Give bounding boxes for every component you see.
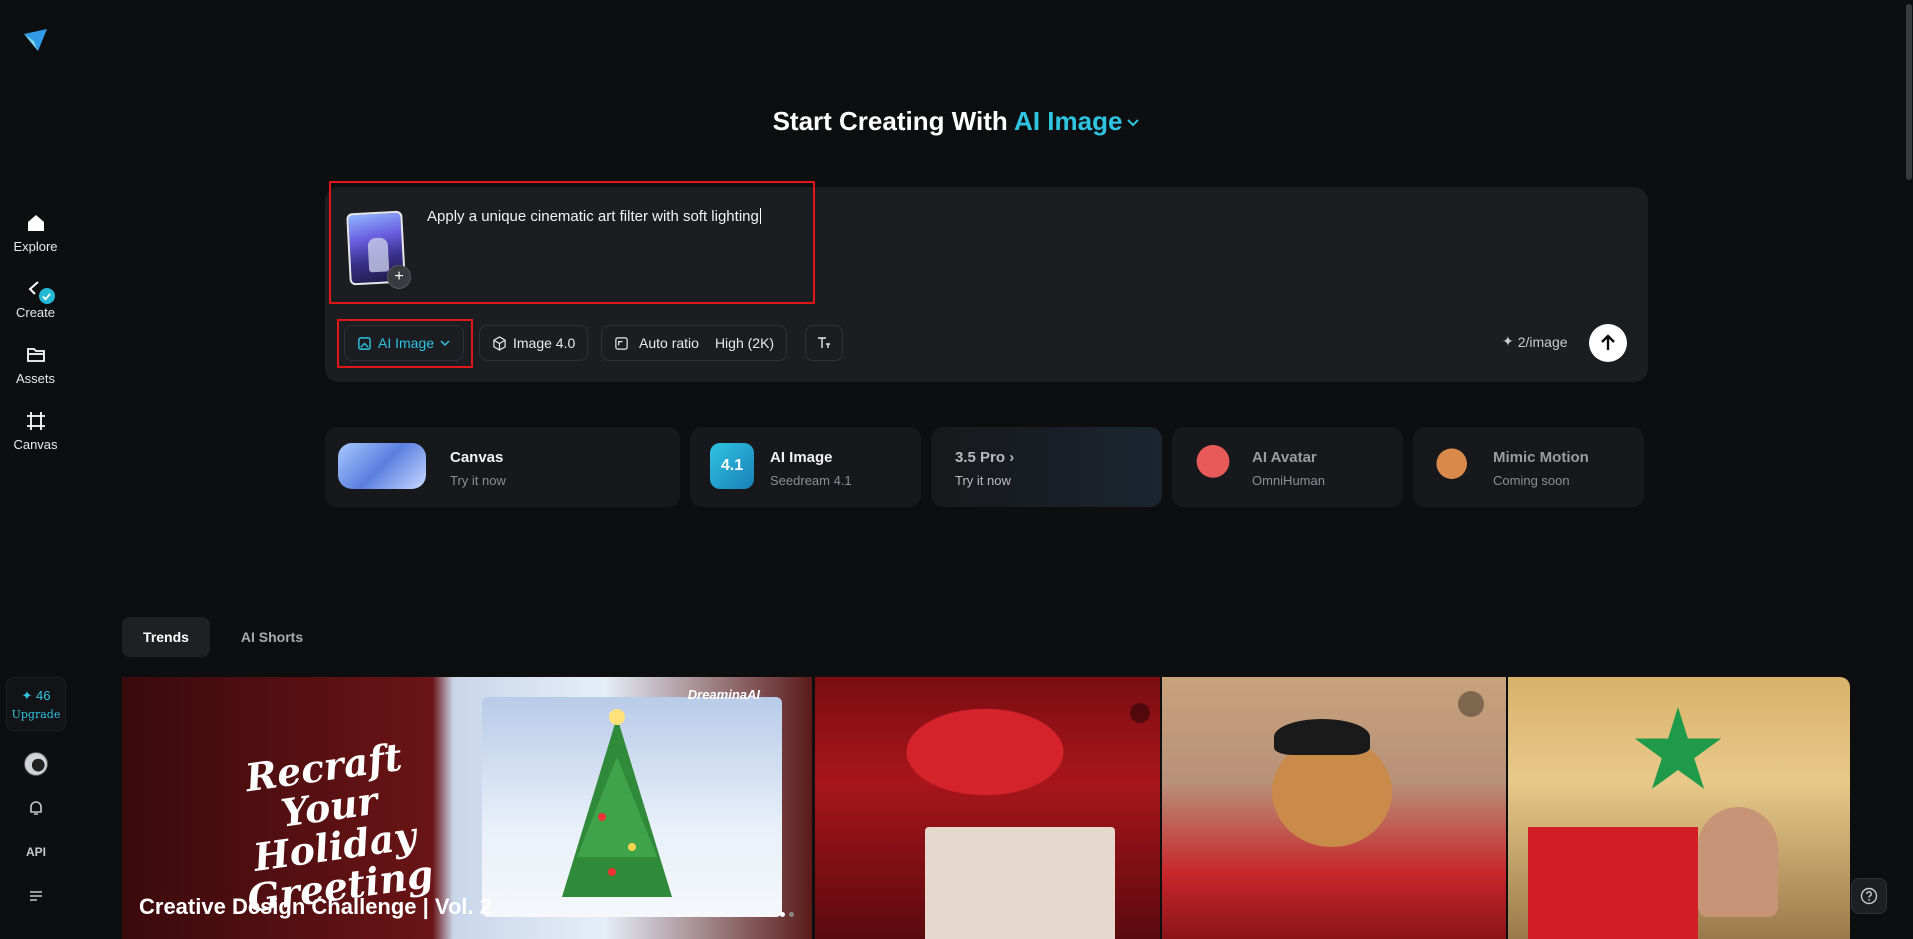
chevron-down-icon [1127,119,1140,127]
create-icon [25,278,55,304]
title-text: Start Creating With [772,106,1008,136]
feature-card-3-5-pro[interactable]: 3.5 Pro › Try it now [931,427,1162,507]
christmas-tree-art [562,709,672,897]
feature-card-ai-avatar[interactable]: AI Avatar OmniHuman [1172,427,1403,507]
banner-caption: Creative Design Challenge | Vol. 2 [139,894,492,919]
feature-card-title: Canvas [450,449,504,466]
play-icon[interactable] [1130,703,1150,723]
help-icon [1860,887,1878,905]
canvas-icon [25,410,47,432]
text-icon [818,337,830,348]
quality-label: High (2K) [714,335,775,351]
card-art [925,827,1115,939]
api-link[interactable]: API [24,840,48,864]
help-button[interactable] [1851,878,1887,914]
ratio-label: Auto ratio [639,335,699,351]
feature-card-subtitle: Seedream 4.1 [770,473,852,488]
mode-label: AI Image [1014,106,1123,136]
page-title: Start Creating With AI Image [0,106,1913,137]
credits-count: ✦ 46 [21,687,51,703]
logo-icon[interactable] [21,26,49,54]
star-balloon-art [1634,707,1722,789]
sidebar-item-canvas[interactable]: Canvas [0,410,71,452]
carousel-dots[interactable] [780,912,794,917]
arrow-up-icon [1601,334,1615,350]
ratio-quality-selector[interactable]: Auto ratio High (2K) [601,325,788,361]
gallery-item-gift-woman[interactable] [1508,677,1850,939]
feature-card-subtitle: Try it now [955,473,1011,488]
aspect-ratio-icon [615,336,628,350]
model-selector[interactable]: Image 4.0 [479,325,589,361]
cost-indicator: ✦ 2/image [1502,333,1568,350]
feature-card-mimic-motion[interactable]: Mimic Motion Coming soon [1413,427,1644,507]
feature-card-ai-image[interactable]: 4.1 AI Image Seedream 4.1 [690,427,921,507]
check-badge-icon [38,288,55,304]
sidebar: Explore Create Assets Canvas ✦ 46 Upgrad… [0,0,71,939]
sparkle-icon: ✦ [1502,333,1514,349]
mimic-art [1431,443,1477,489]
highlight-box-mode [337,319,473,368]
upgrade-link[interactable]: Upgrade [12,708,61,721]
highlight-box-prompt [329,181,815,304]
person-art [1698,807,1778,917]
sidebar-item-label: Canvas [13,437,58,452]
bow-art [885,697,1085,807]
feature-card-title: AI Avatar [1252,449,1317,466]
sidebar-item-create[interactable]: Create [0,278,71,320]
feature-card-title: 3.5 Pro › [955,449,1015,466]
avatar-art [1190,443,1236,489]
gift-box-art [1528,827,1698,939]
avatar[interactable] [24,752,48,776]
sidebar-item-label: Create [15,305,56,320]
gallery-item-puppy-car[interactable] [1162,677,1506,939]
tab-ai-shorts[interactable]: AI Shorts [226,617,318,657]
feature-card-subtitle: Try it now [450,473,506,488]
play-icon[interactable] [1458,691,1484,717]
featured-banner[interactable]: Recraft Your Holiday Greeting DreaminaAI… [122,677,812,939]
feature-card-title: Mimic Motion [1493,449,1589,466]
model-label: Image 4.0 [513,335,576,351]
seedream-badge: 4.1 [710,443,754,489]
bell-icon[interactable] [24,796,48,820]
sidebar-item-label: Explore [13,239,58,254]
feature-card-subtitle: Coming soon [1493,473,1570,488]
scrollbar-thumb[interactable] [1906,4,1912,180]
sidebar-item-explore[interactable]: Explore [0,212,71,254]
brand-watermark: DreaminaAI [687,687,760,702]
feature-card-canvas[interactable]: Canvas Try it now [325,427,680,507]
folder-icon [25,344,47,366]
sidebar-item-assets[interactable]: Assets [0,344,71,386]
menu-icon[interactable] [24,884,48,908]
feature-card-title: AI Image [770,449,833,466]
text-style-button[interactable] [805,325,843,361]
cost-label: 2/image [1517,333,1568,350]
canvas-art [338,443,426,489]
beret-art [1274,719,1370,755]
home-icon [25,212,47,234]
cube-icon [493,335,506,351]
scrollbar[interactable] [1905,0,1913,939]
credits-panel[interactable]: ✦ 46 Upgrade [6,677,66,731]
sidebar-item-label: Assets [15,371,55,386]
feature-card-subtitle: OmniHuman [1252,473,1325,488]
gallery-item-bow-card[interactable] [815,677,1160,939]
tab-trends[interactable]: Trends [122,617,210,657]
generate-button[interactable] [1589,324,1627,362]
mode-selector[interactable]: AI Image [1014,106,1140,136]
